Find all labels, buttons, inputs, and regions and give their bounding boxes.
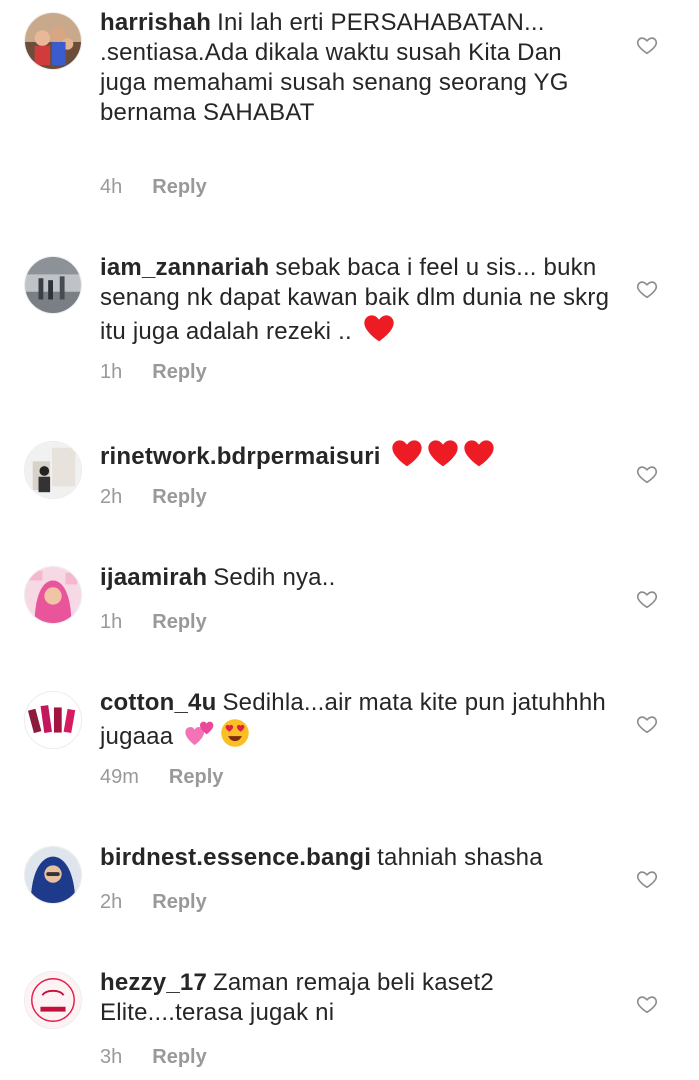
avatar[interactable] — [24, 256, 82, 314]
comment-meta: 1h Reply — [100, 361, 207, 384]
comment-meta: 4h Reply — [100, 176, 207, 199]
heart-eyes-icon — [220, 718, 250, 756]
comment-username[interactable]: ijaamirah — [100, 564, 207, 591]
red-heart-icon — [427, 438, 459, 476]
reply-button[interactable]: Reply — [152, 1046, 206, 1068]
heart-outline-icon[interactable] — [636, 868, 658, 890]
heart-outline-icon[interactable] — [636, 278, 658, 300]
comment-username[interactable]: harrishah — [100, 9, 211, 36]
comment-time: 2h — [100, 486, 123, 508]
heart-outline-icon[interactable] — [636, 34, 658, 56]
comment-username[interactable]: hezzy_17 — [100, 969, 207, 996]
comment-meta: 2h Reply — [100, 486, 207, 509]
reply-button[interactable]: Reply — [152, 891, 206, 913]
comment-time: 49m — [100, 766, 139, 788]
comment-time: 2h — [100, 891, 123, 913]
comment-text: hezzy_17 Zaman remaja beli kaset2 Elite..… — [100, 968, 610, 1028]
comment-username[interactable]: cotton_4u — [100, 689, 216, 716]
heart-outline-icon[interactable] — [636, 463, 658, 485]
comment-meta: 49m Reply — [100, 766, 223, 789]
avatar[interactable] — [24, 566, 82, 624]
reply-button[interactable]: Reply — [152, 176, 206, 198]
reply-button[interactable]: Reply — [169, 766, 223, 788]
reply-button[interactable]: Reply — [152, 361, 206, 383]
avatar[interactable] — [24, 441, 82, 499]
comment-text: ijaamirah Sedih nya.. — [100, 563, 610, 593]
comment-body: Sedih nya.. — [213, 564, 336, 591]
comment-text: cotton_4u Sedihla...air mata kite pun jat… — [100, 688, 610, 756]
heart-outline-icon[interactable] — [636, 713, 658, 735]
comment-text: birdnest.essence.bangi tahniah shasha — [100, 843, 610, 873]
avatar[interactable] — [24, 12, 82, 70]
comment-time: 1h — [100, 361, 123, 383]
avatar[interactable] — [24, 691, 82, 749]
comment-meta: 1h Reply — [100, 611, 207, 634]
comment-meta: 2h Reply — [100, 891, 207, 914]
comment-text: harrishah Ini lah erti PERSAHABATAN... .s… — [100, 8, 610, 128]
comment-body: tahniah shasha — [377, 844, 543, 871]
reply-button[interactable]: Reply — [152, 486, 206, 508]
comment-username[interactable]: rinetwork.bdrpermaisuri — [100, 443, 381, 470]
heart-outline-icon[interactable] — [636, 588, 658, 610]
comment-username[interactable]: iam_zannariah — [100, 254, 269, 281]
comment-text: rinetwork.bdrpermaisuri — [100, 438, 610, 476]
comment-text: iam_zannariah sebak baca i feel u sis... … — [100, 253, 610, 351]
comment-meta: 3h Reply — [100, 1046, 207, 1069]
comment-time: 4h — [100, 176, 123, 198]
avatar[interactable] — [24, 846, 82, 904]
red-heart-icon — [391, 438, 423, 476]
red-heart-icon — [463, 438, 495, 476]
comment-username[interactable]: birdnest.essence.bangi — [100, 844, 371, 871]
heart-outline-icon[interactable] — [636, 993, 658, 1015]
two-hearts-icon — [184, 718, 216, 756]
comment-time: 1h — [100, 611, 123, 633]
red-heart-icon — [363, 313, 395, 351]
avatar[interactable] — [24, 971, 82, 1029]
reply-button[interactable]: Reply — [152, 611, 206, 633]
comment-time: 3h — [100, 1046, 123, 1068]
